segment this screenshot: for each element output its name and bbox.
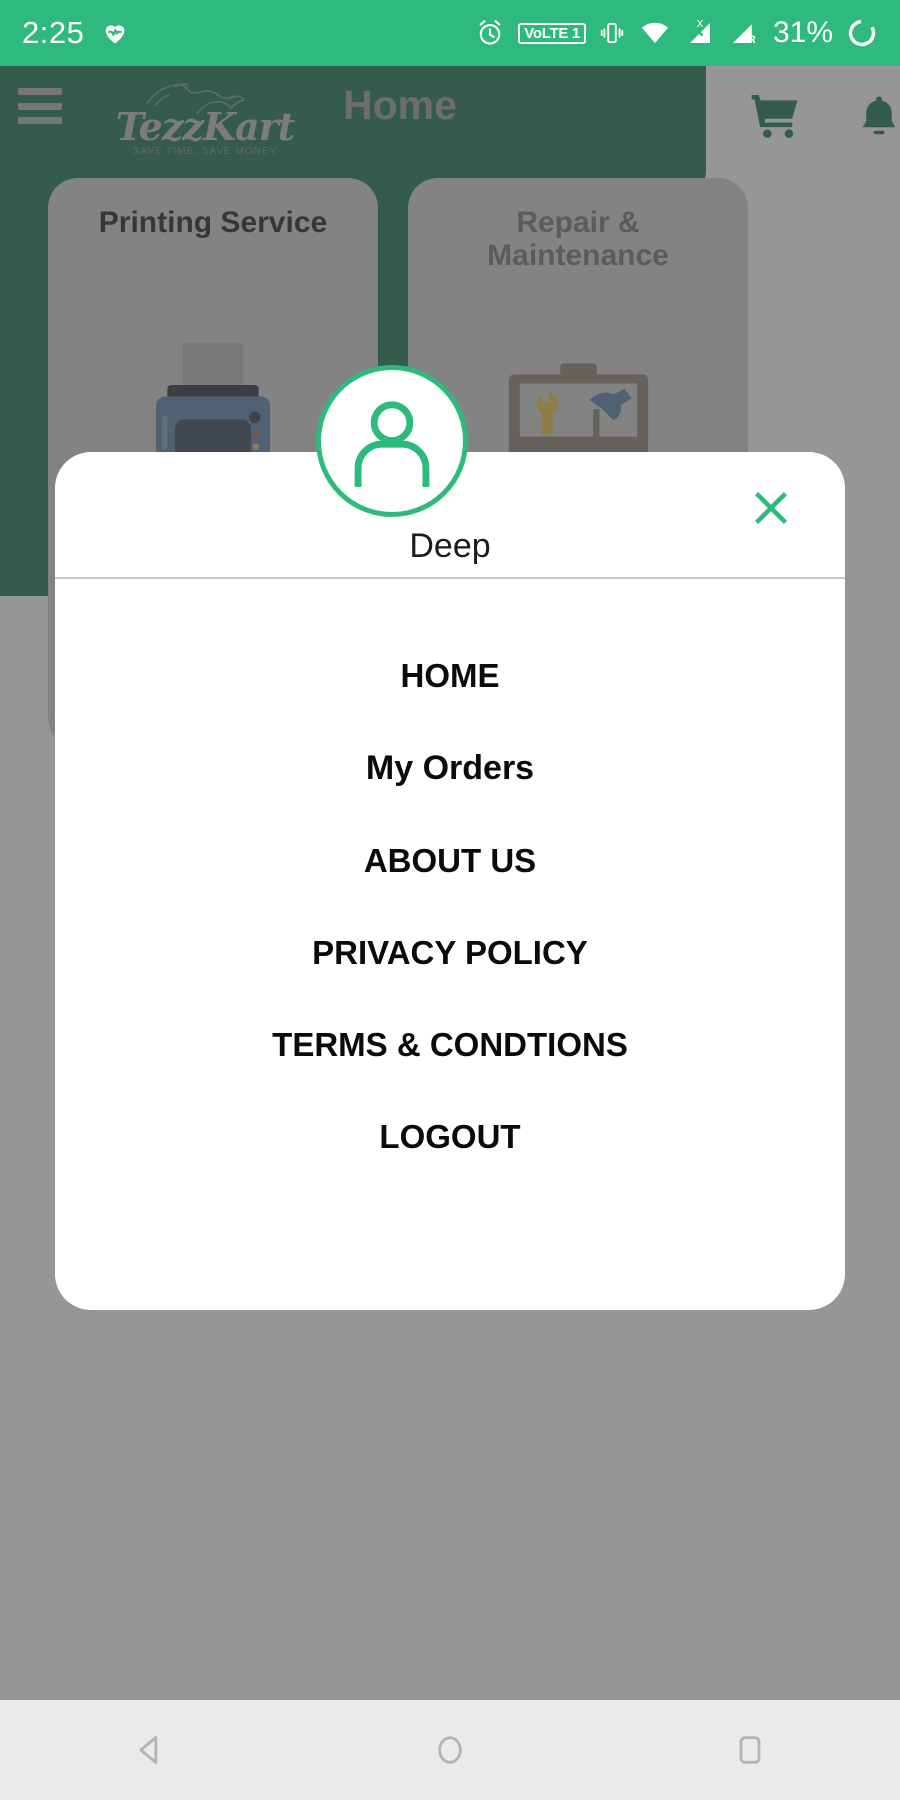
menu-bar-1 <box>18 88 62 95</box>
wifi-icon <box>641 22 669 43</box>
battery-charging-icon <box>848 19 876 47</box>
home-circle-icon[interactable] <box>395 1700 505 1800</box>
menu-item-my-orders[interactable]: My Orders <box>55 722 845 815</box>
hamburger-menu-icon[interactable] <box>18 88 62 124</box>
card-repair-title: Repair & Maintenance <box>408 206 748 272</box>
dialog-menu-list: HOME My Orders ABOUT US PRIVACY POLICY T… <box>55 630 845 1183</box>
menu-item-terms-conditions[interactable]: TERMS & CONDTIONS <box>55 999 845 1091</box>
back-triangle-icon[interactable] <box>95 1700 205 1800</box>
menu-item-logout[interactable]: LOGOUT <box>55 1091 845 1183</box>
card-repair-title-line1: Repair & <box>516 206 640 239</box>
menu-item-privacy-policy[interactable]: PRIVACY POLICY <box>55 907 845 999</box>
volte1-badge: VoLTE 1 <box>518 22 586 44</box>
dialog-divider <box>55 577 845 579</box>
phone-screen: 2:25 VoLTE 1 X R 31% TezzKart SAVE TIME,… <box>0 0 900 1800</box>
signal-sim2-roaming-icon: R <box>732 24 756 46</box>
alarm-icon <box>479 20 501 45</box>
notification-bell-icon[interactable] <box>855 88 900 144</box>
vibrate-icon <box>600 22 624 44</box>
menu-item-about-us[interactable]: ABOUT US <box>55 815 845 907</box>
profile-menu-dialog: Deep HOME My Orders ABOUT US PRIVACY POL… <box>55 452 845 1310</box>
profile-name: Deep <box>409 527 491 565</box>
menu-bar-3 <box>18 117 62 124</box>
menu-bar-2 <box>18 102 62 110</box>
page-title: Home <box>343 82 457 128</box>
card-repair-title-line2: Maintenance <box>487 239 669 272</box>
card-printing-title: Printing Service <box>98 206 328 239</box>
volte-label: VoLTE 1 <box>524 24 580 42</box>
user-avatar-icon[interactable] <box>316 365 468 517</box>
status-bar: 2:25 VoLTE 1 X R 31% <box>0 0 900 66</box>
svg-text:R: R <box>748 34 756 46</box>
heart-rate-icon <box>106 25 125 44</box>
logo-tagline: SAVE TIME, SAVE MONEY <box>132 146 278 157</box>
status-clock: 2:25 <box>22 15 85 50</box>
menu-item-home[interactable]: HOME <box>55 630 845 722</box>
android-navigation-bar <box>0 1700 900 1800</box>
recents-square-icon[interactable] <box>695 1700 805 1800</box>
shopping-cart-icon[interactable] <box>745 90 805 144</box>
svg-text:X: X <box>697 19 704 30</box>
signal-sim1-icon: X <box>689 19 710 43</box>
status-bar-left: 2:25 <box>22 15 130 51</box>
status-bar-right: VoLTE 1 X R 31% <box>475 16 878 50</box>
battery-percent-label: 31% <box>772 16 833 49</box>
